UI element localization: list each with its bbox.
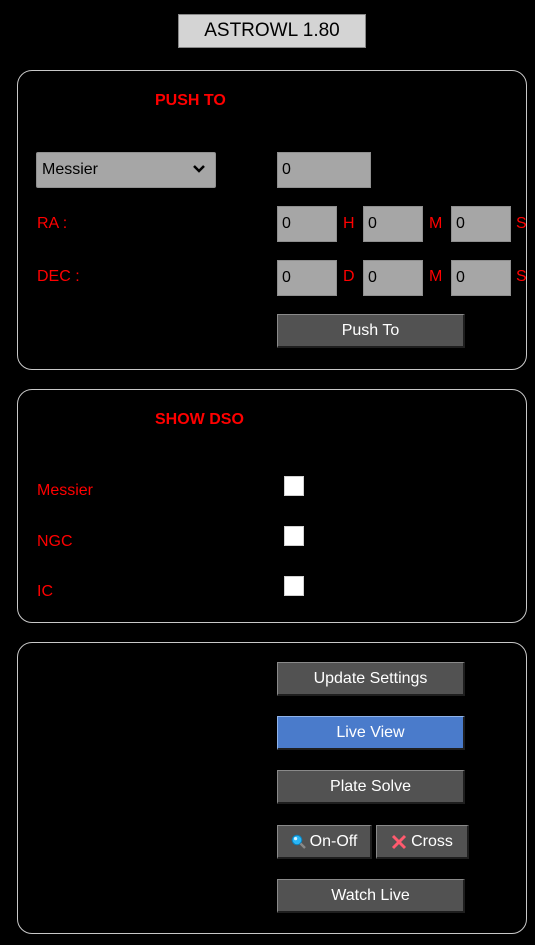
object-number-input[interactable]: 0 <box>277 152 371 188</box>
dec-minutes-input[interactable]: 0 <box>363 260 423 296</box>
app-title: ASTROWL 1.80 <box>204 20 340 41</box>
ra-hours-input[interactable]: 0 <box>277 206 337 242</box>
magnifier-icon <box>291 834 306 849</box>
catalog-select-value: Messier <box>42 161 99 178</box>
ra-label: RA : <box>37 215 68 232</box>
dec-seconds-unit: S <box>516 268 527 285</box>
ra-seconds-unit: S <box>516 215 527 232</box>
on-off-button[interactable]: On-Off <box>277 825 372 859</box>
ra-minutes-unit: M <box>429 215 443 232</box>
dec-minutes-unit: M <box>429 268 443 285</box>
dec-label: DEC : <box>37 268 80 285</box>
cross-icon <box>392 834 407 849</box>
show-dso-heading: SHOW DSO <box>155 411 244 428</box>
dso-messier-label: Messier <box>37 482 94 499</box>
dec-degrees-input[interactable]: 0 <box>277 260 337 296</box>
plate-solve-button[interactable]: Plate Solve <box>277 770 465 804</box>
live-view-button[interactable]: Live View <box>277 716 465 750</box>
dec-degrees-unit: D <box>343 268 355 285</box>
app-title-box: ASTROWL 1.80 <box>178 14 366 48</box>
ra-seconds-input[interactable]: 0 <box>451 206 511 242</box>
dso-messier-checkbox[interactable] <box>284 476 304 496</box>
ra-minutes-input[interactable]: 0 <box>363 206 423 242</box>
chevron-down-icon <box>193 165 205 173</box>
watch-live-button[interactable]: Watch Live <box>277 879 465 913</box>
cross-button[interactable]: Cross <box>376 825 469 859</box>
on-off-label: On-Off <box>309 832 358 850</box>
dso-ngc-label: NGC <box>37 533 73 550</box>
push-to-heading: PUSH TO <box>155 92 226 109</box>
push-to-button[interactable]: Push To <box>277 314 465 348</box>
show-dso-panel <box>17 389 527 623</box>
catalog-select[interactable]: Messier <box>36 152 216 188</box>
update-settings-button[interactable]: Update Settings <box>277 662 465 696</box>
dso-ic-checkbox[interactable] <box>284 576 304 596</box>
dec-seconds-input[interactable]: 0 <box>451 260 511 296</box>
cross-label: Cross <box>411 832 453 850</box>
ra-hours-unit: H <box>343 215 355 232</box>
dso-ngc-checkbox[interactable] <box>284 526 304 546</box>
dso-ic-label: IC <box>37 583 53 600</box>
